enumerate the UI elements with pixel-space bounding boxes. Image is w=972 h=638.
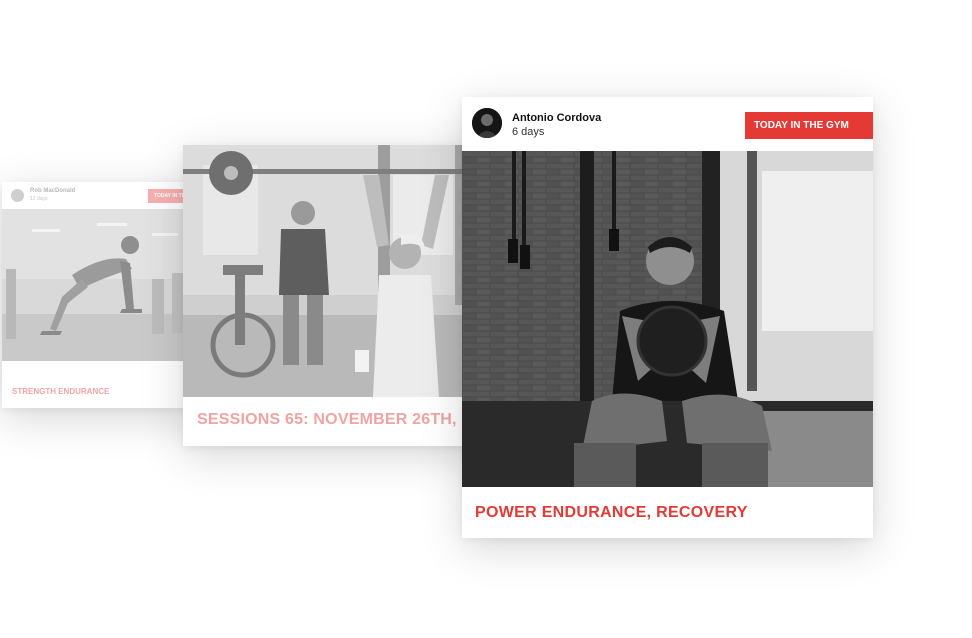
post-card-strength-endurance[interactable]: Rob MacDonald 12 days TODAY IN THE GYM S… bbox=[2, 182, 192, 408]
post-image-pushup[interactable] bbox=[2, 209, 192, 361]
post-title[interactable]: STRENGTH ENDURANCE bbox=[12, 387, 109, 396]
post-card-sessions-65[interactable]: SESSIONS 65: NOVEMBER 26TH, 2018 bbox=[183, 145, 483, 446]
post-image-medicine-ball-squat[interactable] bbox=[462, 151, 873, 487]
avatar[interactable] bbox=[11, 189, 24, 202]
post-time: 12 days bbox=[30, 196, 48, 202]
post-title[interactable]: SESSIONS 65: NOVEMBER 26TH, 2018 bbox=[197, 411, 483, 429]
avatar[interactable] bbox=[472, 108, 502, 138]
category-tag[interactable]: TODAY IN THE GYM bbox=[745, 112, 873, 139]
post-title[interactable]: POWER ENDURANCE, RECOVERY bbox=[475, 504, 748, 522]
post-card-power-endurance[interactable]: Antonio Cordova 6 days TODAY IN THE GYM bbox=[462, 97, 873, 538]
post-time: 6 days bbox=[512, 126, 545, 138]
author-name[interactable]: Antonio Cordova bbox=[512, 112, 601, 124]
author-name[interactable]: Rob MacDonald bbox=[30, 188, 75, 194]
post-header: Rob MacDonald 12 days TODAY IN THE GYM bbox=[2, 182, 192, 209]
post-image-overhead-barbell[interactable] bbox=[183, 145, 483, 397]
